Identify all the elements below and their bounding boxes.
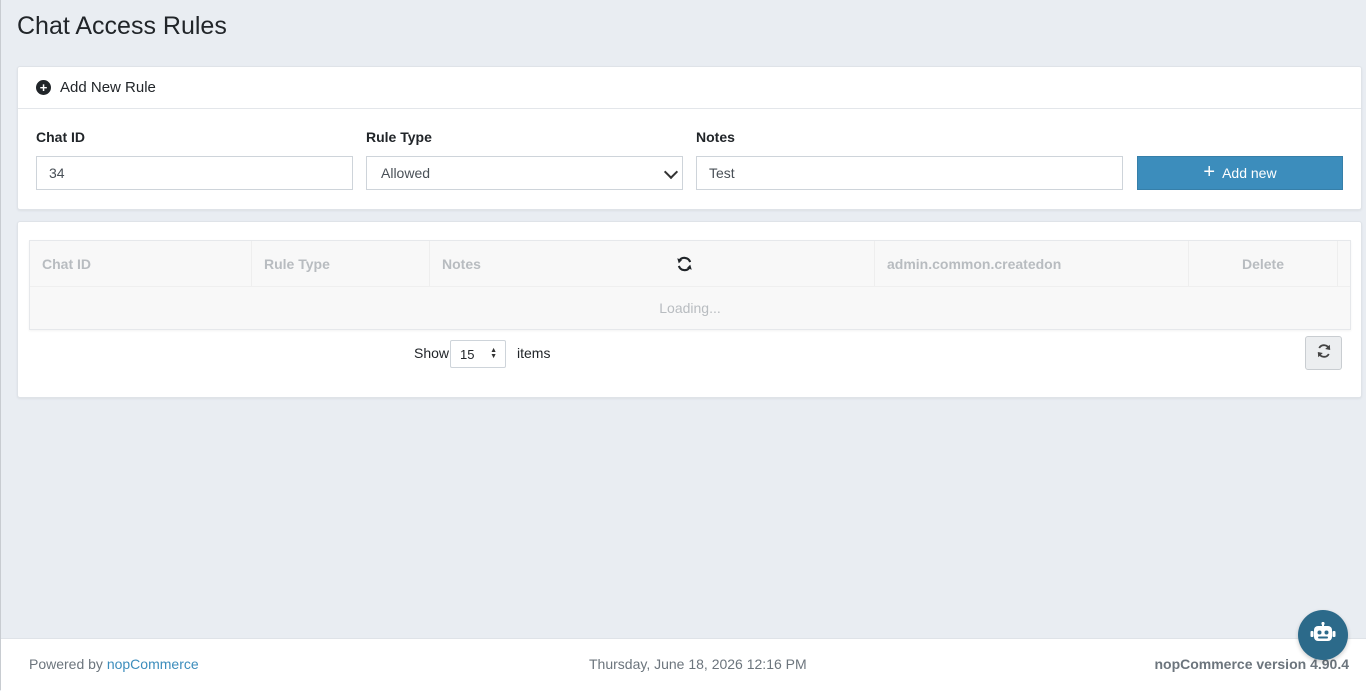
plus-circle-icon: + xyxy=(36,80,51,95)
add-rule-panel: + Add New Rule Chat ID 34 Rule Type Allo… xyxy=(17,66,1362,210)
notes-value: Test xyxy=(709,165,735,181)
column-header-notes[interactable]: Notes xyxy=(430,241,875,286)
page-title: Chat Access Rules xyxy=(17,12,227,40)
powered-by-text: Powered by xyxy=(29,656,103,672)
add-rule-title: Add New Rule xyxy=(60,79,156,96)
footer-powered-by: Powered by nopCommerce xyxy=(29,656,199,672)
spinner-arrows-icon: ▲ ▼ xyxy=(490,347,497,360)
notes-column-label: Notes xyxy=(442,255,481,272)
pager-items-label: items xyxy=(517,345,551,361)
column-header-delete[interactable]: Delete xyxy=(1189,241,1338,286)
column-header-rule-type[interactable]: Rule Type xyxy=(252,241,430,286)
chat-id-input[interactable]: 34 xyxy=(36,156,353,190)
footer: Powered by nopCommerce Thursday, June 18… xyxy=(1,638,1366,691)
chatbot-button[interactable] xyxy=(1298,610,1348,660)
rule-type-select[interactable]: Allowed xyxy=(366,156,683,190)
add-new-button[interactable]: + Add new xyxy=(1137,156,1343,190)
add-new-label: Add new xyxy=(1222,165,1277,181)
page-size-select[interactable]: 15 ▲ ▼ xyxy=(450,340,506,368)
nopcommerce-link[interactable]: nopCommerce xyxy=(107,656,199,672)
notes-input[interactable]: Test xyxy=(696,156,1123,190)
notes-label: Notes xyxy=(696,129,735,145)
rules-table: Chat ID Rule Type Notes admin.common.cre… xyxy=(29,240,1351,330)
chat-id-value: 34 xyxy=(49,165,65,181)
rules-grid-panel: Chat ID Rule Type Notes admin.common.cre… xyxy=(17,221,1362,398)
plus-icon: + xyxy=(1203,161,1216,183)
pager-show-label: Show xyxy=(414,345,450,361)
column-header-created-on[interactable]: admin.common.createdon xyxy=(875,241,1189,286)
page-size-value: 15 xyxy=(460,346,475,362)
rule-type-value: Allowed xyxy=(381,165,431,181)
column-header-chat-id[interactable]: Chat ID xyxy=(30,241,252,286)
rule-type-label: Rule Type xyxy=(366,129,432,145)
footer-datetime: Thursday, June 18, 2026 12:16 PM xyxy=(589,656,807,672)
add-rule-header[interactable]: + Add New Rule xyxy=(18,67,1361,109)
chat-id-label: Chat ID xyxy=(36,129,85,145)
sync-icon xyxy=(676,255,693,276)
refresh-button[interactable] xyxy=(1305,336,1342,370)
loading-indicator: Loading... xyxy=(659,300,721,316)
refresh-icon xyxy=(1316,343,1332,364)
chevron-down-icon xyxy=(663,164,679,180)
robot-icon xyxy=(1310,621,1336,649)
table-header: Chat ID Rule Type Notes admin.common.cre… xyxy=(30,241,1350,287)
